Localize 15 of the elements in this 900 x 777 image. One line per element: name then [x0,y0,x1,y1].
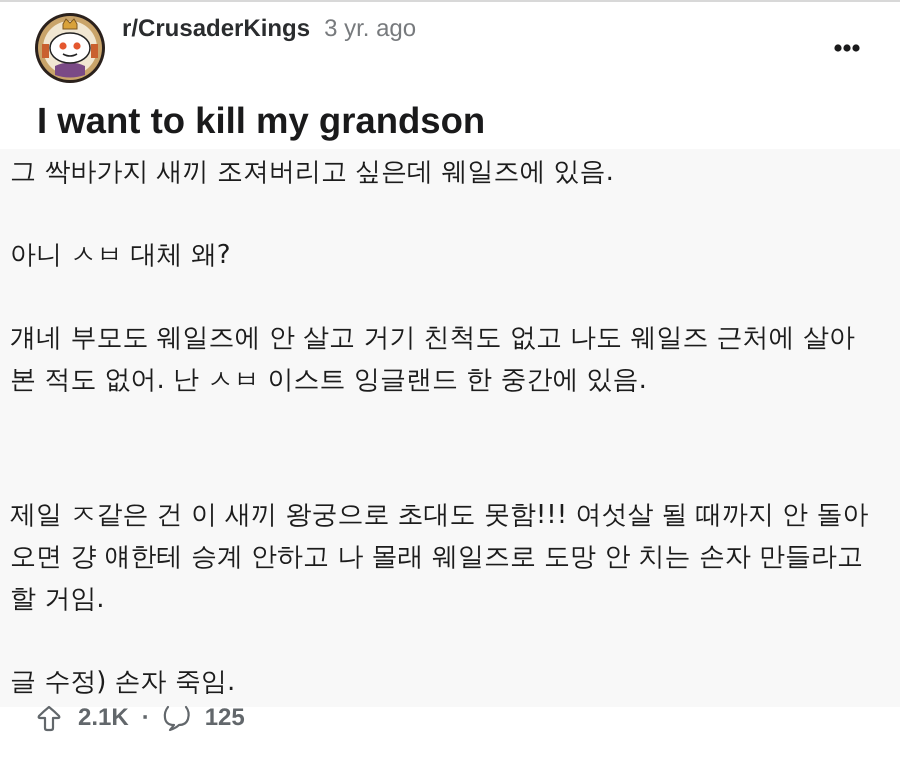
comment-icon[interactable] [162,704,192,732]
avatar-icon [35,13,105,83]
separator-dot: · [142,704,150,732]
body-paragraph: 걔네 부모도 웨일즈에 안 살고 거기 친척도 없고 나도 웨일즈 근처에 살아 본 적도 없어. 난 ㅅㅂ 이스트 잉글랜드 한 중간에 있음. [10,322,856,397]
body-paragraph: 그 싹바가지 새끼 조져버리고 싶은데 웨일즈에 있음. [10,156,615,189]
body-paragraph: 제일 ㅈ같은 건 이 새끼 왕궁으로 초대도 못함!!! 여섯살 될 때까지 안 돌아오면 걍 얘한테 승계 안하고 나 몰래 웨일즈로 도망 안 치는 손자 만들라고 할 거임. [10,499,870,616]
post-age: 3 yr. ago [324,15,416,43]
more-options-icon[interactable] [834,44,860,52]
post-title: I want to kill my grandson [36,99,486,143]
comment-count: 125 [204,704,245,732]
upvote-icon[interactable] [37,704,61,732]
body-paragraph: 글 수정) 손자 죽임. [10,666,236,699]
body-paragraph: 아니 ㅅㅂ 대체 왜? [10,239,232,272]
upvote-count: 2.1K [78,704,129,732]
subreddit-name[interactable]: r/CrusaderKings [122,15,310,43]
